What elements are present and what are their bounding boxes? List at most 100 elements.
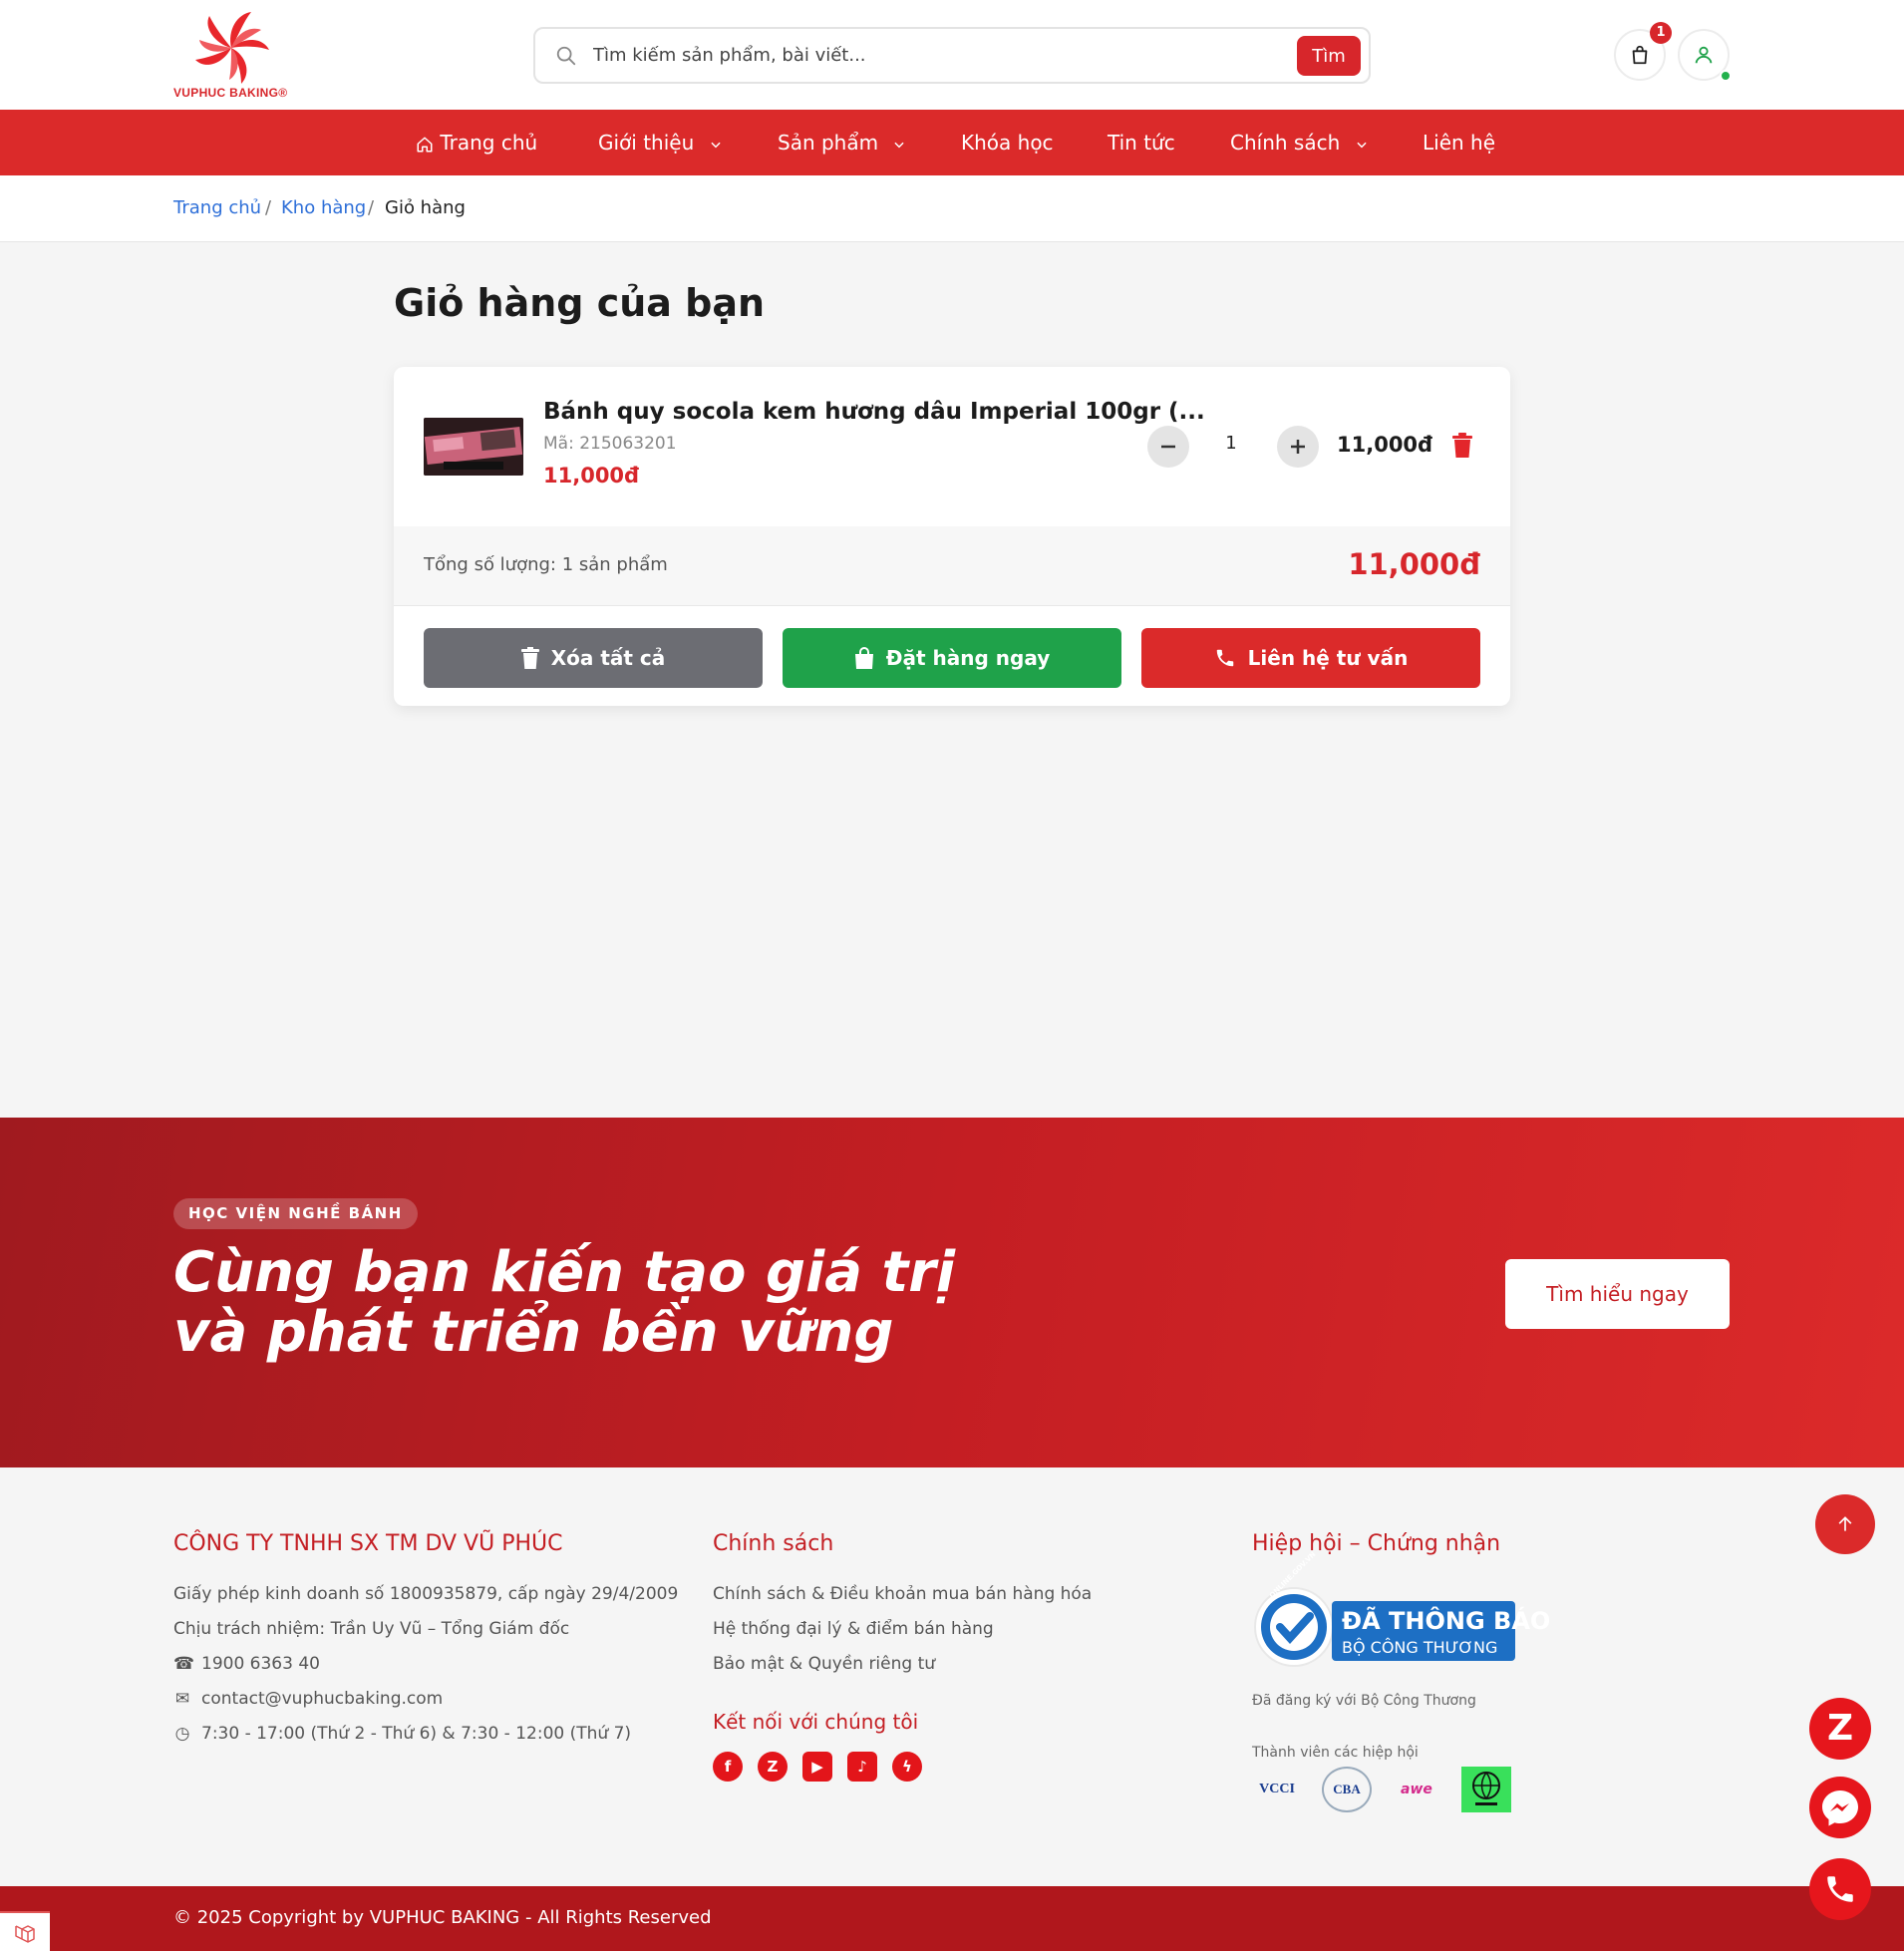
hours-line: ◷ 7:30 - 17:00 (Thứ 2 - Thứ 6) & 7:30 - 1… — [174, 1724, 632, 1744]
nav-item-courses[interactable]: Khóa học — [961, 110, 1054, 175]
nav-item-home[interactable]: Trang chủ — [416, 110, 537, 175]
policy-link-dealers[interactable]: Hệ thống đại lý & điểm bán hàng — [713, 1619, 994, 1639]
cart-card: Bánh quy socola kem hương dâu Imperial 1… — [394, 367, 1510, 706]
contact-consult-button[interactable]: Liên hệ tư vấn — [1141, 628, 1480, 688]
cart-count-badge: 1 — [1650, 22, 1672, 44]
logo-text: VUPHUC BAKING® — [173, 86, 288, 100]
logo-mark-icon — [195, 12, 269, 84]
copyright-bar: © 2025 Copyright by VUPHUC BAKING - All … — [0, 1886, 1904, 1951]
shopping-bag-icon — [1632, 45, 1648, 65]
policy-heading: Chính sách — [713, 1531, 834, 1556]
email-line[interactable]: ✉ contact@vuphucbaking.com — [173, 1689, 443, 1709]
arrow-up-icon — [1838, 1516, 1852, 1531]
search-input[interactable] — [593, 29, 1271, 82]
academy-banner: HỌC VIỆN NGHỀ BÁNH Cùng bạn kiến tạo giá… — [0, 1118, 1904, 1467]
chevron-down-icon — [1357, 142, 1367, 148]
laravel-icon — [15, 1925, 35, 1943]
product-thumbnail[interactable] — [424, 418, 523, 476]
facebook-icon[interactable]: f — [713, 1752, 743, 1782]
copyright-text: © 2025 Copyright by VUPHUC BAKING - All … — [173, 1907, 712, 1928]
search-button[interactable]: Tìm — [1297, 36, 1361, 76]
plus-icon — [1291, 440, 1305, 454]
minus-icon — [1161, 445, 1175, 449]
search-icon — [556, 46, 576, 66]
chevron-down-icon — [894, 142, 905, 148]
connect-heading: Kết nối với chúng tôi — [713, 1710, 919, 1734]
company-name: CÔNG TY TNHH SX TM DV VŨ PHÚC — [173, 1531, 563, 1556]
home-icon — [417, 137, 433, 152]
phone-icon — [1827, 1876, 1853, 1902]
email-icon: ✉ — [174, 1689, 190, 1709]
tiktok-icon[interactable]: ♪ — [847, 1752, 877, 1782]
members-label: Thành viên các hiệp hội — [1252, 1745, 1419, 1761]
logo[interactable]: VUPHUC BAKING® — [173, 8, 291, 104]
breadcrumb-separator: / — [368, 197, 375, 218]
association-heading: Hiệp hội – Chứng nhận — [1252, 1531, 1501, 1556]
phone-icon — [1216, 649, 1233, 666]
breadcrumb-separator: / — [265, 197, 272, 218]
user-icon — [1695, 46, 1713, 64]
main-nav: Trang chủ Giới thiệu Sản phẩm Khóa học T… — [0, 110, 1904, 175]
cart-summary: Tổng số lượng: 1 sản phẩm 11,000đ — [394, 526, 1510, 606]
cba-logo[interactable]: CBA — [1322, 1767, 1372, 1812]
quantity-value[interactable]: 1 — [1196, 433, 1266, 454]
zalo-icon[interactable]: Z — [758, 1752, 788, 1782]
product-price: 11,000đ — [543, 464, 640, 488]
shopping-bag-icon — [854, 646, 873, 669]
product-image — [424, 418, 523, 476]
phone-line[interactable]: ☎ 1900 6363 40 — [173, 1654, 320, 1674]
breadcrumb-home[interactable]: Trang chủ — [173, 197, 261, 218]
page-title: Giỏ hàng của bạn — [394, 281, 766, 325]
policy-link-privacy[interactable]: Bảo mật & Quyền riêng tư — [713, 1654, 935, 1674]
delete-item-icon[interactable] — [1450, 433, 1474, 459]
messenger-chat-button[interactable] — [1809, 1777, 1871, 1838]
policy-link-terms[interactable]: Chính sách & Điều khoản mua bán hàng hóa — [713, 1584, 1092, 1604]
business-license: Giấy phép kinh doanh số 1800935879, cấp … — [173, 1584, 679, 1604]
registered-note: Đã đăng ký với Bộ Công Thương — [1252, 1693, 1476, 1709]
cart-total: 11,000đ — [1348, 547, 1480, 581]
gov-registered-badge[interactable]: ONLINE.GOV.VN ĐÃ THÔNG BÁO BỘ CÔNG THƯƠN… — [1252, 1550, 1550, 1669]
zalo-icon: Z — [1826, 1708, 1854, 1749]
nav-item-about[interactable]: Giới thiệu — [598, 110, 723, 175]
banner-tag: HỌC VIỆN NGHỀ BÁNH — [173, 1198, 418, 1229]
responsible-person: Chịu trách nhiệm: Trần Uy Vũ – Tổng Giám… — [173, 1619, 570, 1639]
youtube-icon[interactable]: ▶ — [802, 1752, 832, 1782]
product-name[interactable]: Bánh quy socola kem hương dâu Imperial 1… — [543, 399, 1205, 425]
laravel-debug-tab[interactable] — [0, 1911, 50, 1951]
product-code: Mã: 215063201 — [543, 434, 677, 454]
quantity-increase-button[interactable] — [1277, 426, 1319, 468]
gov-badge-line1: ĐÃ THÔNG BÁO — [1342, 1607, 1551, 1635]
messenger-icon — [1822, 1790, 1858, 1826]
total-quantity-label: Tổng số lượng: 1 sản phẩm — [424, 554, 668, 575]
breadcrumb-current: Giỏ hàng — [385, 197, 466, 218]
nav-item-news[interactable]: Tin tức — [1108, 110, 1175, 175]
call-button[interactable] — [1809, 1858, 1871, 1920]
association-logo-green[interactable] — [1461, 1767, 1511, 1812]
messenger-icon[interactable]: ϟ — [892, 1752, 922, 1782]
trash-icon — [520, 646, 539, 669]
globe-icon — [1472, 1772, 1500, 1805]
telephone-icon: ☎ — [173, 1654, 195, 1674]
zalo-chat-button[interactable]: Z — [1809, 1698, 1871, 1760]
order-now-button[interactable]: Đặt hàng ngay — [783, 628, 1121, 688]
chevron-down-icon — [711, 142, 721, 148]
quantity-decrease-button[interactable] — [1147, 426, 1189, 468]
clock-icon: ◷ — [174, 1724, 190, 1744]
nav-item-policy[interactable]: Chính sách — [1230, 110, 1369, 175]
nav-item-products[interactable]: Sản phẩm — [778, 110, 906, 175]
vcci-logo[interactable]: VCCI — [1252, 1767, 1302, 1812]
site-footer: CÔNG TY TNHH SX TM DV VŨ PHÚC Giấy phép … — [0, 1467, 1904, 1886]
awe-logo[interactable]: awe — [1392, 1767, 1441, 1812]
breadcrumb-warehouse[interactable]: Kho hàng — [281, 197, 366, 218]
nav-item-contact[interactable]: Liên hệ — [1423, 110, 1495, 175]
search-bar: Tìm — [533, 27, 1371, 84]
line-total: 11,000đ — [1337, 433, 1433, 457]
breadcrumb: Trang chủ / Kho hàng / Giỏ hàng — [0, 175, 1904, 242]
site-header: VUPHUC BAKING® Tìm 1 — [0, 0, 1904, 110]
gov-badge-line2: BỘ CÔNG THƯƠNG — [1342, 1638, 1498, 1657]
back-to-top-button[interactable] — [1815, 1494, 1875, 1554]
online-status-dot — [1720, 70, 1732, 82]
clear-all-button[interactable]: Xóa tất cả — [424, 628, 763, 688]
learn-more-button[interactable]: Tìm hiểu ngay — [1505, 1259, 1730, 1329]
banner-title: Cùng bạn kiến tạo giá trị và phát triển … — [173, 1240, 956, 1365]
